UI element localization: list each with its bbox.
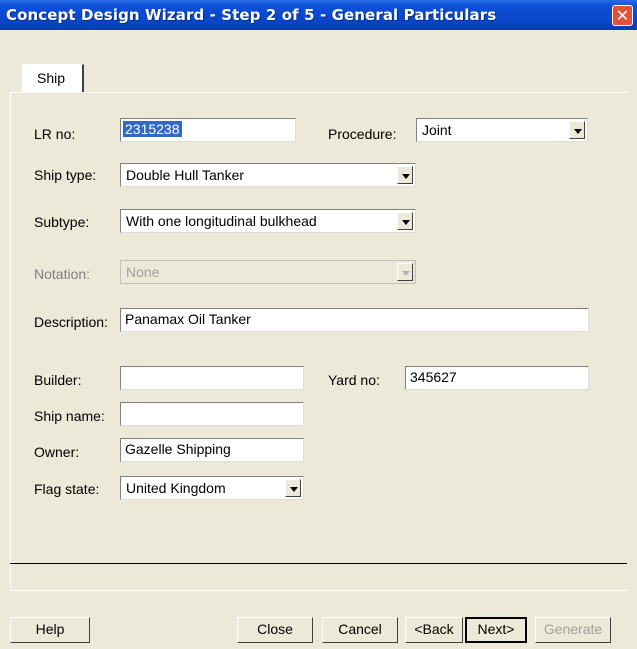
notation-label: Notation: xyxy=(34,266,91,282)
cancel-button[interactable]: Cancel xyxy=(322,617,398,643)
subtype-select[interactable]: With one longitudinal bulkhead xyxy=(120,209,416,233)
notation-value: None xyxy=(126,264,160,280)
ship-name-label: Ship name: xyxy=(34,408,105,424)
owner-label: Owner: xyxy=(34,444,80,460)
ship-type-select[interactable]: Double Hull Tanker xyxy=(120,163,416,187)
close-icon[interactable]: ✕ xyxy=(612,5,633,26)
builder-label: Builder: xyxy=(34,372,82,388)
subtype-label: Subtype: xyxy=(34,214,90,230)
ship-name-field[interactable] xyxy=(120,402,304,426)
dropdown-arrow-icon xyxy=(397,263,413,281)
lr-no-label: LR no: xyxy=(34,126,76,142)
owner-value: Gazelle Shipping xyxy=(125,441,231,457)
flag-state-label: Flag state: xyxy=(34,481,100,497)
description-label: Description: xyxy=(34,314,108,330)
procedure-label: Procedure: xyxy=(328,126,397,142)
window-title: Concept Design Wizard - Step 2 of 5 - Ge… xyxy=(6,6,497,24)
lr-no-field[interactable]: 2315238 xyxy=(120,118,296,142)
ship-type-value: Double Hull Tanker xyxy=(126,167,245,183)
owner-field[interactable]: Gazelle Shipping xyxy=(120,438,304,462)
generate-button: Generate xyxy=(535,617,611,643)
help-button[interactable]: Help xyxy=(10,617,90,643)
notation-select: None xyxy=(120,260,416,284)
yard-no-field[interactable]: 345627 xyxy=(405,366,589,390)
procedure-value: Joint xyxy=(422,122,452,138)
dropdown-arrow-icon[interactable] xyxy=(285,479,301,497)
dropdown-arrow-icon[interactable] xyxy=(397,166,413,184)
description-field[interactable]: Panamax Oil Tanker xyxy=(120,308,589,332)
flag-state-value: United Kingdom xyxy=(126,480,226,496)
description-value: Panamax Oil Tanker xyxy=(125,311,251,327)
back-button[interactable]: <Back xyxy=(405,617,463,643)
title-bar[interactable]: Concept Design Wizard - Step 2 of 5 - Ge… xyxy=(0,0,637,30)
flag-state-select[interactable]: United Kingdom xyxy=(120,476,304,500)
procedure-select[interactable]: Joint xyxy=(416,118,588,142)
subtype-value: With one longitudinal bulkhead xyxy=(126,213,317,229)
wizard-window: Concept Design Wizard - Step 2 of 5 - Ge… xyxy=(0,0,637,649)
lr-no-value: 2315238 xyxy=(123,121,182,137)
builder-field[interactable] xyxy=(120,366,304,390)
yard-no-label: Yard no: xyxy=(328,372,380,388)
ship-type-label: Ship type: xyxy=(34,167,97,183)
divider xyxy=(10,590,627,591)
divider xyxy=(10,563,627,564)
tab-ship-label: Ship xyxy=(37,70,66,86)
dropdown-arrow-icon[interactable] xyxy=(397,212,413,230)
tab-ship[interactable]: Ship xyxy=(22,64,84,92)
dropdown-arrow-icon[interactable] xyxy=(569,121,585,139)
yard-no-value: 345627 xyxy=(410,369,457,385)
next-button[interactable]: Next> xyxy=(465,617,527,643)
close-button[interactable]: Close xyxy=(237,617,313,643)
